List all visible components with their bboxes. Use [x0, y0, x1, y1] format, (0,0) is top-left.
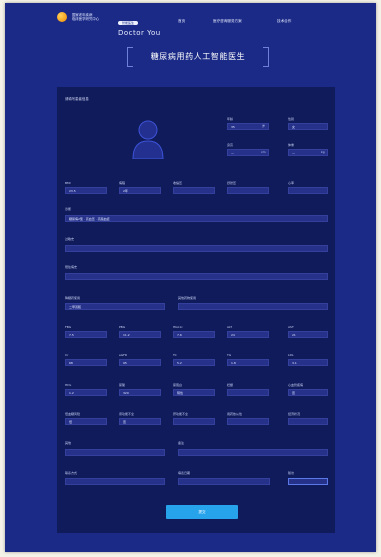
- field-input[interactable]: [227, 187, 269, 194]
- field-label: eGFR: [119, 353, 127, 357]
- field-input[interactable]: 否: [288, 389, 328, 396]
- field-input[interactable]: [227, 389, 269, 396]
- field-label: 备注: [178, 441, 185, 445]
- field-label: 用药依从性: [227, 412, 243, 416]
- field-input[interactable]: [227, 418, 269, 425]
- field-input[interactable]: [288, 187, 328, 194]
- field-input[interactable]: 7.6: [173, 331, 215, 338]
- institution-logo[interactable]: 国家老年疾病 临床医学研究中心: [57, 12, 99, 22]
- field-input[interactable]: 7.5: [65, 331, 107, 338]
- patient-avatar-icon: [132, 120, 164, 159]
- panel-title: 请填写患者信息: [65, 97, 89, 101]
- weight-label: 体重: [288, 143, 295, 147]
- age-label: 年龄: [227, 117, 234, 121]
- field-input[interactable]: [65, 478, 165, 485]
- field-input[interactable]: 否: [119, 418, 161, 425]
- field-input[interactable]: [65, 449, 165, 456]
- field-input[interactable]: [178, 449, 328, 456]
- sex-label: 性别: [288, 117, 295, 121]
- field-label: 肝功能不全: [173, 412, 189, 416]
- top-navigation-bar: 国家老年疾病 临床医学研究中心 智能医生 Doctor You 首页 医疗咨询服…: [5, 3, 376, 39]
- field-input[interactable]: [178, 478, 270, 485]
- field-label: 尿蛋白: [173, 383, 183, 387]
- field-label: TG: [227, 353, 232, 357]
- height-label: 身高: [227, 143, 234, 147]
- field-label: HbA1c: [173, 325, 183, 329]
- field-label: AST: [288, 325, 294, 329]
- page-title: 糖尿病用药人工智能医生: [150, 52, 246, 61]
- sex-select[interactable]: 女: [288, 123, 328, 130]
- field-input[interactable]: 320: [119, 389, 161, 396]
- page-title-frame: 糖尿病用药人工智能医生: [127, 47, 269, 67]
- field-label: 随访: [288, 471, 295, 475]
- field-input[interactable]: 23.5: [65, 187, 107, 194]
- nav-consult-plan[interactable]: 医疗咨询服务方案: [213, 19, 242, 24]
- field-label: 舒张压: [227, 181, 237, 185]
- brand-badge: 智能医生: [118, 21, 139, 25]
- field-input[interactable]: 二甲双胍: [65, 303, 165, 310]
- field-label: 经济状况: [288, 412, 301, 416]
- history-input[interactable]: [65, 273, 328, 280]
- nav-tech-cooperation[interactable]: 技术合作: [277, 19, 291, 24]
- submit-button[interactable]: 提交: [166, 505, 238, 519]
- field-input[interactable]: 5.2: [173, 359, 215, 366]
- field-label: LDL: [288, 353, 294, 357]
- field-input[interactable]: [173, 418, 215, 425]
- field-input[interactable]: 1.2: [65, 389, 107, 396]
- field-input[interactable]: 11.2: [119, 331, 161, 338]
- field-label: 肾功能不全: [119, 412, 135, 416]
- logo-mark-icon: [57, 12, 67, 22]
- age-unit: 岁: [262, 124, 266, 128]
- field-label: 病程: [119, 181, 126, 185]
- field-input[interactable]: 24: [227, 331, 269, 338]
- field-label: 降糖药使用: [65, 296, 81, 300]
- field-label: HDL: [65, 383, 72, 387]
- field-label: Cr: [65, 353, 69, 357]
- weight-unit: kg: [321, 150, 325, 154]
- field-label: 低血糖风险: [65, 412, 81, 416]
- app-window: 国家老年疾病 临床医学研究中心 智能医生 Doctor You 首页 医疗咨询服…: [5, 3, 376, 552]
- diagnosis-input[interactable]: 糖尿病2型 · 高血压 · 高脂血症: [65, 215, 328, 222]
- field-label: PBG: [119, 325, 126, 329]
- history-label: 既往病史: [65, 265, 78, 269]
- brand-name: Doctor You: [118, 29, 161, 37]
- field-input[interactable]: 阴性: [173, 389, 215, 396]
- field-label: 联系方式: [65, 471, 78, 475]
- field-input[interactable]: 2年: [119, 187, 161, 194]
- field-label: 收缩压: [173, 181, 183, 185]
- field-label: BMI: [65, 181, 71, 185]
- field-input[interactable]: 低: [65, 418, 107, 425]
- field-input[interactable]: 1.8: [227, 359, 269, 366]
- field-label: 妊娠: [227, 383, 234, 387]
- field-label: 尿酸: [119, 383, 126, 387]
- logo-line2: 临床医学研究中心: [72, 17, 100, 21]
- field-input[interactable]: 3.1: [288, 359, 328, 366]
- field-label: 其他: [65, 441, 72, 445]
- field-label: 心血管疾病: [288, 383, 304, 387]
- field-label: FBG: [65, 325, 72, 329]
- nav-home[interactable]: 首页: [178, 19, 185, 24]
- field-input[interactable]: [288, 418, 328, 425]
- field-input[interactable]: [178, 303, 328, 310]
- height-unit: cm: [261, 150, 266, 154]
- allergy-label: 过敏史: [65, 237, 75, 241]
- field-label: TC: [173, 353, 177, 357]
- diagnosis-label: 诊断: [65, 207, 72, 211]
- followup-input[interactable]: [288, 478, 328, 485]
- brand[interactable]: 智能医生 Doctor You: [118, 9, 161, 37]
- field-label: 心率: [288, 181, 295, 185]
- field-input[interactable]: 95: [119, 359, 161, 366]
- field-label: ALT: [227, 325, 233, 329]
- patient-form-panel: 请填写患者信息 年龄 35 岁 性别 女 身高 — cm 体重 — kg BMI…: [57, 87, 335, 533]
- field-label: 填表日期: [178, 471, 191, 475]
- field-label: 其他药物使用: [178, 296, 197, 300]
- field-input[interactable]: [173, 187, 215, 194]
- field-input[interactable]: 68: [65, 359, 107, 366]
- allergy-input[interactable]: [65, 245, 328, 252]
- field-input[interactable]: 21: [288, 331, 328, 338]
